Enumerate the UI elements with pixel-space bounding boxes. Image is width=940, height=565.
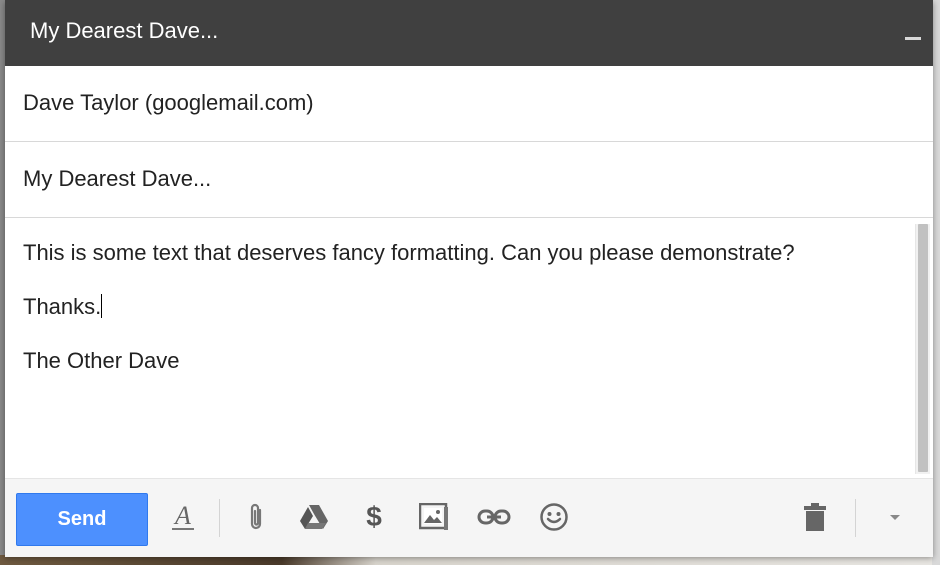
body-line-text: Thanks.: [23, 294, 102, 319]
send-button[interactable]: Send: [16, 493, 148, 546]
money-icon[interactable]: $: [357, 499, 391, 535]
minimize-icon[interactable]: [901, 26, 925, 46]
message-body[interactable]: This is some text that deserves fancy fo…: [5, 218, 933, 478]
compose-window: My Dearest Dave... Dave Taylor (googlema…: [5, 0, 933, 557]
text-cursor: [101, 294, 103, 318]
drive-icon[interactable]: [297, 499, 331, 535]
body-line-text: This is some text that deserves fancy fo…: [23, 240, 795, 265]
body-scrollbar[interactable]: [915, 224, 930, 474]
more-options-icon[interactable]: [878, 499, 912, 535]
body-line-text: The Other Dave: [23, 348, 180, 373]
scrollbar-thumb[interactable]: [918, 224, 928, 472]
attach-icon[interactable]: [239, 499, 273, 535]
toolbar-divider: [855, 499, 856, 537]
emoji-icon[interactable]: [537, 499, 571, 535]
to-field[interactable]: Dave Taylor (googlemail.com): [5, 66, 933, 142]
window-title: My Dearest Dave...: [30, 18, 219, 43]
subject-field[interactable]: My Dearest Dave...: [5, 142, 933, 218]
link-icon[interactable]: [477, 499, 511, 535]
compose-toolbar: Send A $: [5, 478, 933, 557]
body-line-1: This is some text that deserves fancy fo…: [23, 240, 795, 266]
trash-icon[interactable]: [798, 499, 832, 535]
to-recipient[interactable]: Dave Taylor (googlemail.com): [23, 90, 314, 116]
desktop-backdrop-right: [932, 0, 940, 565]
subject-value: My Dearest Dave...: [23, 166, 212, 191]
photo-icon[interactable]: [417, 499, 451, 535]
compose-titlebar[interactable]: My Dearest Dave...: [5, 0, 933, 66]
toolbar-divider: [219, 499, 220, 537]
dollar-glyph: $: [366, 501, 382, 532]
format-glyph: A: [172, 503, 194, 530]
body-line-2: Thanks.: [23, 294, 103, 320]
body-line-3: The Other Dave: [23, 348, 180, 374]
format-text-icon[interactable]: A: [166, 499, 200, 535]
